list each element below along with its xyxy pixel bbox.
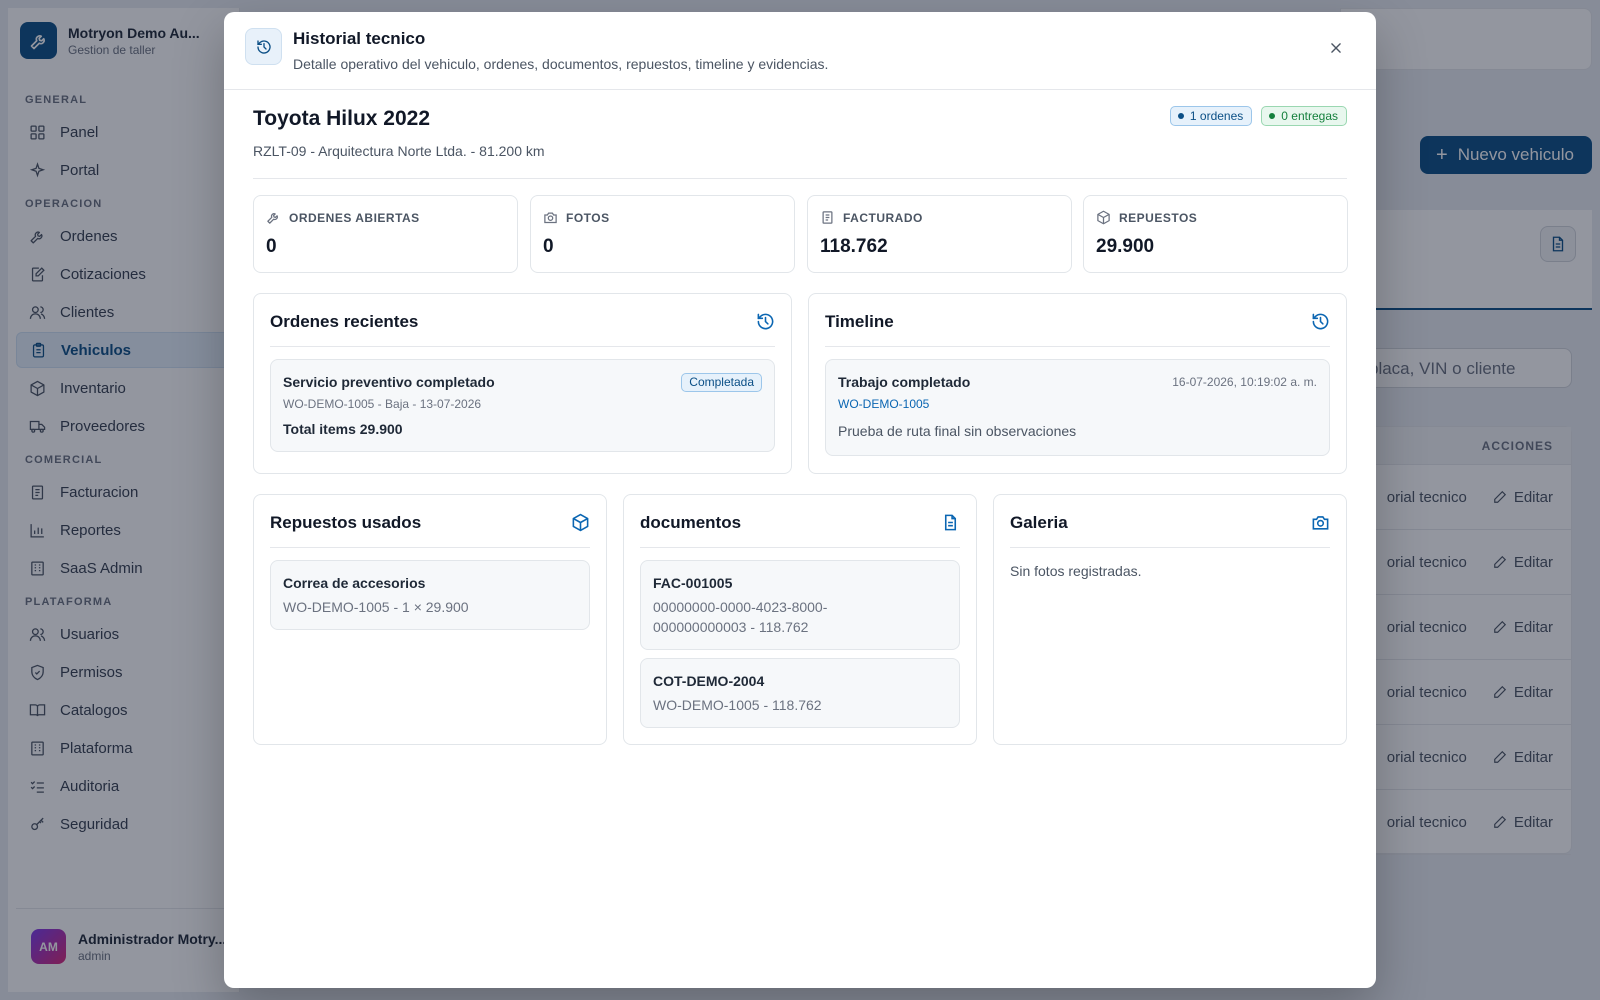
history-icon: [1310, 311, 1330, 331]
document-line: 000000000003 - 118.762: [653, 619, 809, 635]
deliveries-badge-label: 0 entregas: [1281, 109, 1338, 123]
close-icon: [1331, 43, 1341, 53]
vehicle-title: Toyota Hilux 2022: [253, 107, 431, 130]
gallery-panel: Galeria Sin fotos registradas.: [993, 494, 1347, 745]
event-order-link[interactable]: WO-DEMO-1005: [838, 397, 929, 411]
stat-value: 0: [266, 236, 277, 257]
recent-orders-panel: Ordenes recientes Servicio preventivo co…: [253, 293, 792, 474]
panel-title: Repuestos usados: [270, 513, 422, 532]
document-line: 00000000-0000-4023-8000-: [653, 599, 828, 615]
stat-value: 29.900: [1096, 236, 1155, 257]
status-badge: Completada: [681, 373, 762, 392]
gallery-empty-message: Sin fotos registradas.: [1010, 563, 1142, 579]
document-line: WO-DEMO-1005 - 118.762: [653, 697, 822, 713]
stat-value: 0: [543, 236, 554, 257]
camera-icon: [544, 212, 557, 224]
stat-photos: FOTOS 0: [530, 195, 795, 273]
order-meta: WO-DEMO-1005 - Baja - 13-07-2026: [283, 397, 482, 411]
history-icon: [245, 28, 282, 65]
badges: 1 ordenes 0 entregas: [1161, 106, 1347, 126]
close-button[interactable]: [1322, 34, 1350, 62]
panel-title: Galeria: [1010, 513, 1068, 532]
part-title: Correa de accesorios: [283, 575, 426, 591]
technical-history-modal: Historial tecnico Detalle operativo del …: [224, 12, 1376, 988]
orders-badge-label: 1 ordenes: [1189, 109, 1244, 123]
event-timestamp: 16-07-2026, 10:19:02 a. m.: [1172, 375, 1317, 389]
history-icon: [755, 311, 775, 331]
modal-title: Historial tecnico: [293, 29, 426, 48]
event-title: Trabajo completado: [838, 374, 971, 390]
order-title: Servicio preventivo completado: [283, 374, 495, 390]
stat-invoiced: FACTURADO 118.762: [807, 195, 1072, 273]
receipt-icon: [822, 211, 833, 224]
document-title: FAC-001005: [653, 575, 733, 591]
part-item: Correa de accesorios WO-DEMO-1005 - 1 × …: [270, 560, 590, 630]
stat-open-orders: ORDENES ABIERTAS 0: [253, 195, 518, 273]
stat-label: FOTOS: [566, 210, 610, 225]
timeline-panel: Timeline Trabajo completado 16-07-2026, …: [808, 293, 1347, 474]
box-icon: [1097, 210, 1110, 225]
stat-label: FACTURADO: [843, 210, 923, 225]
panel-title: documentos: [640, 513, 742, 532]
document-icon: [940, 512, 960, 532]
parts-panel: Repuestos usados Correa de accesorios WO…: [253, 494, 607, 745]
document-item[interactable]: COT-DEMO-2004 WO-DEMO-1005 - 118.762: [640, 658, 960, 728]
stat-label: REPUESTOS: [1119, 210, 1198, 225]
vehicle-details: RZLT-09 - Arquitectura Norte Ltda. - 81.…: [253, 143, 545, 159]
stat-value: 118.762: [820, 236, 888, 257]
stat-parts: REPUESTOS 29.900: [1083, 195, 1348, 273]
wrench-icon: [267, 213, 278, 224]
timeline-event: Trabajo completado 16-07-2026, 10:19:02 …: [825, 359, 1330, 456]
documents-panel: documentos FAC-001005 00000000-0000-4023…: [623, 494, 977, 745]
order-card[interactable]: Servicio preventivo completado Completad…: [270, 359, 775, 452]
panel-title: Timeline: [825, 312, 894, 331]
panel-title: Ordenes recientes: [270, 312, 419, 331]
order-total: Total items 29.900: [283, 421, 403, 437]
part-meta: WO-DEMO-1005 - 1 × 29.900: [283, 599, 469, 615]
document-item[interactable]: FAC-001005 00000000-0000-4023-8000- 0000…: [640, 560, 960, 650]
event-note: Prueba de ruta final sin observaciones: [838, 423, 1077, 439]
stat-label: ORDENES ABIERTAS: [289, 210, 420, 225]
divider: [253, 178, 1347, 179]
camera-icon: [1310, 512, 1330, 532]
orders-badge: 1 ordenes: [1169, 106, 1253, 126]
deliveries-badge: 0 entregas: [1261, 106, 1347, 126]
modal-subtitle: Detalle operativo del vehiculo, ordenes,…: [293, 56, 829, 72]
modal-header: Historial tecnico Detalle operativo del …: [224, 12, 1376, 90]
box-icon: [570, 512, 590, 532]
document-title: COT-DEMO-2004: [653, 673, 765, 689]
